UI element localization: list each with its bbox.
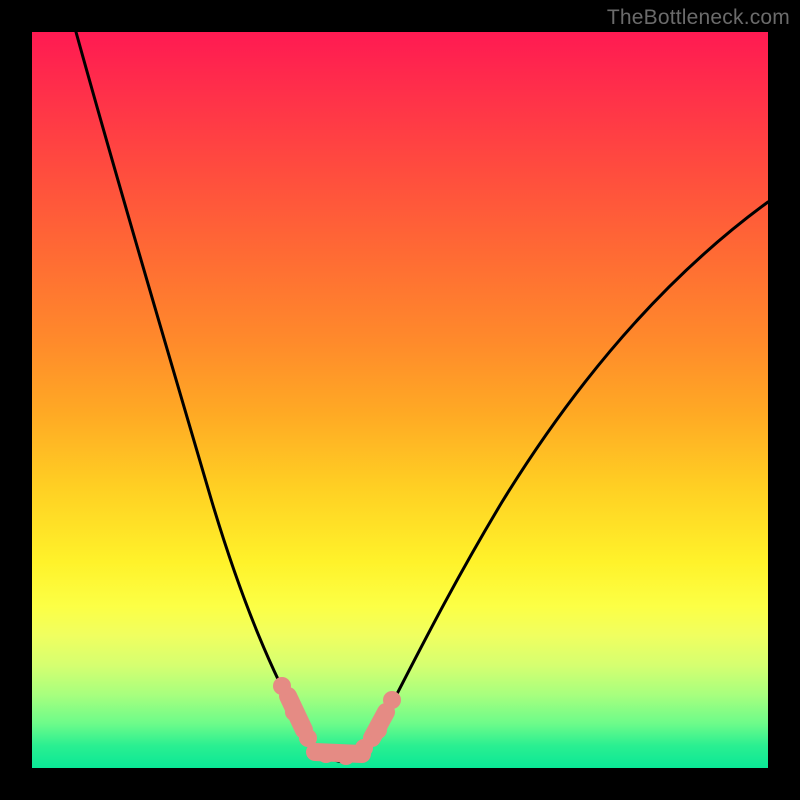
curve-left-branch [76,32,300,722]
marker-dot-2 [285,703,303,721]
marker-dot-3 [299,729,317,747]
watermark-text: TheBottleneck.com [607,6,790,30]
marker-dot-4 [317,745,335,763]
marker-dot-5 [337,747,355,765]
bottleneck-curve [32,32,768,768]
plot-area [32,32,768,768]
curve-right-branch [376,202,768,734]
marker-dot-8 [383,691,401,709]
marker-dot-7 [369,721,387,739]
chart-frame: TheBottleneck.com [0,0,800,800]
marker-dot-1 [273,677,291,695]
marker-dot-6 [355,739,373,757]
marker-group [273,677,401,765]
